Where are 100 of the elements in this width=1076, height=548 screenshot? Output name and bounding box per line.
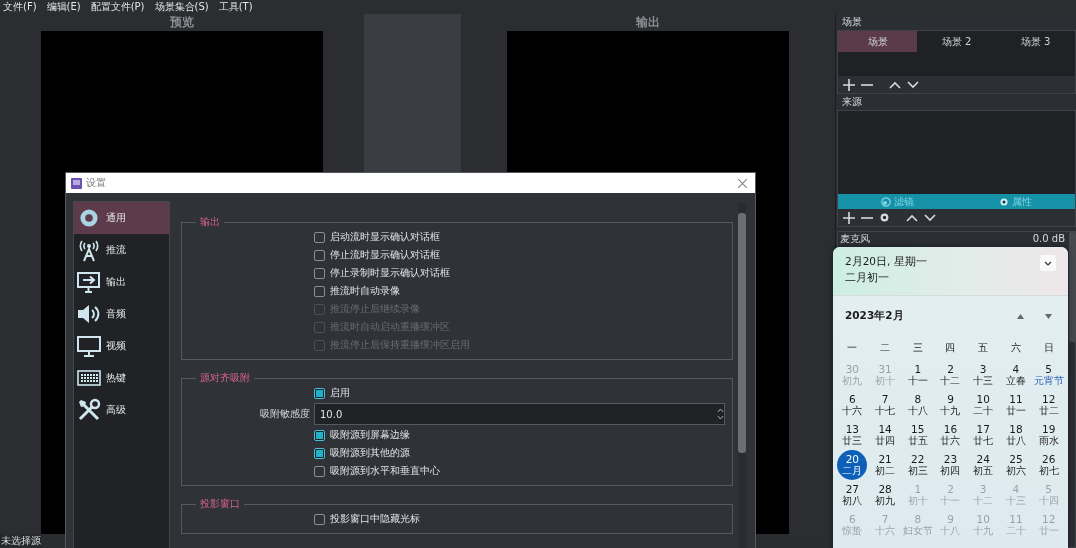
- group-title: 源对齐吸附: [199, 372, 251, 384]
- monitor-arrow-icon: [77, 271, 101, 293]
- speaker-icon: [77, 303, 101, 325]
- checkbox-label: 停止录制时显示确认对话框: [330, 266, 450, 280]
- field-label: 吸附敏感度: [259, 407, 311, 421]
- calendar-day[interactable]: 7 十七: [868, 390, 902, 420]
- calendar-day[interactable]: 3 十三: [966, 360, 1000, 390]
- calendar-day[interactable]: 14 廿四: [868, 420, 902, 450]
- group-title: 输出: [199, 216, 221, 228]
- calendar-day[interactable]: 27 初八: [836, 480, 869, 510]
- menu-item[interactable]: 配置文件(P): [90, 0, 145, 14]
- audio-source-name: 麦克风: [840, 233, 870, 245]
- menu-item[interactable]: 工具(T): [218, 0, 253, 14]
- calendar-day[interactable]: 10 二十: [966, 390, 1000, 420]
- checkbox[interactable]: [314, 429, 325, 441]
- calendar-day[interactable]: 5 元宵节: [1032, 360, 1065, 390]
- weekday-label: 三: [911, 341, 924, 355]
- checkbox-label: 启动流时显示确认对话框: [330, 230, 440, 244]
- up-triangle-icon: [1016, 313, 1024, 319]
- spin-arrows-icon[interactable]: [717, 408, 724, 420]
- calendar-day[interactable]: 23 初四: [934, 450, 967, 480]
- nav-item[interactable]: 视频: [74, 330, 169, 362]
- checkbox[interactable]: [314, 513, 325, 525]
- down-chevron-icon[interactable]: [907, 80, 919, 89]
- checkbox-label: 吸附源到屏幕边缘: [330, 428, 410, 442]
- weekday-label: 二: [879, 341, 892, 355]
- dock-title: 来源: [841, 95, 863, 109]
- calendar-day[interactable]: 25 初六: [999, 450, 1033, 480]
- calendar-day[interactable]: 9 十九: [934, 390, 967, 420]
- checkbox-label: 推流时自动录像: [330, 284, 400, 298]
- checkbox[interactable]: [314, 465, 325, 477]
- tools-icon: [77, 398, 101, 422]
- up-chevron-icon[interactable]: [906, 213, 918, 222]
- checkbox-label: 吸附源到其他的源: [330, 446, 410, 460]
- chevron-down-icon: [1044, 260, 1052, 266]
- calendar-day[interactable]: 8 十八: [901, 390, 935, 420]
- weekday-label: 五: [977, 341, 990, 355]
- calendar-day[interactable]: 21 初二: [868, 450, 902, 480]
- calendar-day[interactable]: 12 廿二: [1032, 390, 1065, 420]
- nav-item[interactable]: 通用: [74, 202, 169, 234]
- calendar-day[interactable]: 17 廿七: [966, 420, 1000, 450]
- checkbox-label: 启用: [330, 386, 350, 400]
- calendar-day[interactable]: 2 十二: [934, 360, 967, 390]
- calendar-day[interactable]: 6 十六: [836, 390, 869, 420]
- status-text: 未选择源: [0, 534, 41, 548]
- down-chevron-icon[interactable]: [924, 213, 936, 222]
- calendar-day[interactable]: 1 十一: [901, 360, 935, 390]
- checkbox[interactable]: [314, 249, 325, 261]
- window-icon: [71, 177, 82, 189]
- calendar-day[interactable]: 11 廿一: [999, 390, 1033, 420]
- gear-icon[interactable]: [879, 212, 890, 223]
- checkbox[interactable]: [314, 285, 325, 297]
- sensitivity-field[interactable]: 10.0: [314, 403, 725, 425]
- preview-label: 预览: [170, 14, 194, 31]
- scene-item[interactable]: 场景: [838, 31, 917, 52]
- weekday-label: 四: [944, 341, 957, 355]
- down-triangle-icon: [1044, 313, 1052, 319]
- calendar-day[interactable]: 19 雨水: [1032, 420, 1065, 450]
- scrollbar[interactable]: [1069, 232, 1076, 342]
- calendar-day[interactable]: 18 廿八: [999, 420, 1033, 450]
- dialog-title: 设置: [86, 176, 107, 190]
- close-icon[interactable]: [738, 178, 747, 188]
- checkbox[interactable]: [314, 231, 325, 243]
- checkbox-label: 吸附源到水平和垂直中心: [330, 464, 440, 478]
- scene-item[interactable]: 场景 3: [996, 31, 1075, 52]
- expand-button[interactable]: [1040, 255, 1056, 271]
- calendar-day[interactable]: 26 初七: [1032, 450, 1065, 480]
- calendar-day[interactable]: 13 廿三: [836, 420, 869, 450]
- checkbox[interactable]: [314, 447, 325, 459]
- volume-reading: 0.0 dB: [1032, 233, 1065, 245]
- menu-item[interactable]: 场景集合(S): [154, 0, 209, 14]
- weekday-label: 一: [846, 341, 859, 355]
- nav-item[interactable]: 音频: [74, 298, 169, 330]
- menu-item[interactable]: 编辑(E): [46, 0, 81, 14]
- menu-item[interactable]: 文件(F): [3, 0, 37, 14]
- calendar-day[interactable]: 22 初三: [901, 450, 935, 480]
- calendar-day[interactable]: 4 立春: [999, 360, 1033, 390]
- nav-item[interactable]: 热键: [74, 362, 169, 394]
- calendar-day[interactable]: 24 初五: [966, 450, 1000, 480]
- nav-item[interactable]: 输出: [74, 266, 169, 298]
- gear-icon: [999, 196, 1010, 207]
- weekday-label: 日: [1042, 341, 1055, 355]
- circles-icon: [880, 196, 891, 207]
- scene-item[interactable]: 场景 2: [917, 31, 996, 52]
- plus-icon[interactable]: [843, 211, 855, 224]
- scrollbar[interactable]: [738, 203, 746, 548]
- plus-icon[interactable]: [843, 78, 855, 91]
- antenna-tower-icon: [77, 238, 101, 262]
- checkbox[interactable]: [314, 267, 325, 279]
- nav-item[interactable]: 推流: [74, 234, 169, 266]
- calendar-day[interactable]: 15 廿五: [901, 420, 935, 450]
- calendar-day[interactable]: 20 二月: [837, 450, 868, 480]
- up-chevron-icon[interactable]: [889, 80, 901, 89]
- nav-item[interactable]: 高级: [74, 394, 169, 426]
- month-title: 2023年2月: [845, 309, 905, 323]
- dock-title: 场景: [841, 15, 863, 29]
- checkbox[interactable]: [314, 387, 325, 399]
- checkbox-label: 停止流时显示确认对话框: [330, 248, 440, 262]
- calendar-day[interactable]: 28 初九: [868, 480, 902, 510]
- calendar-day[interactable]: 16 廿六: [934, 420, 967, 450]
